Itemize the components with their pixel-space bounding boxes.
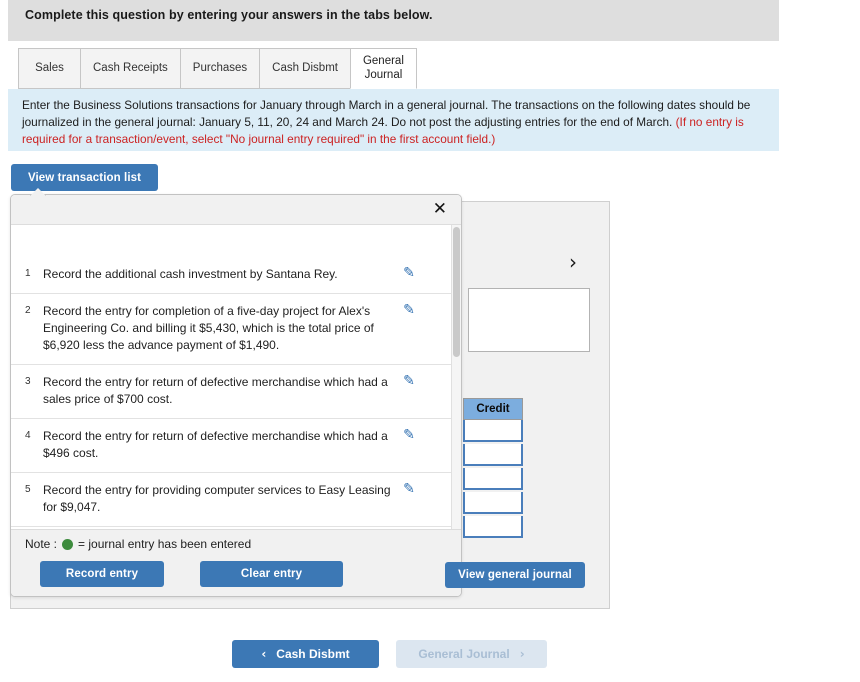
tab-cash-receipts[interactable]: Cash Receipts [80, 48, 180, 89]
instructions-panel: Enter the Business Solutions transaction… [8, 89, 779, 151]
credit-column: Credit [463, 398, 523, 540]
transaction-number: 3 [25, 376, 31, 388]
chevron-right-icon: › [519, 647, 525, 661]
credit-input-cell[interactable] [463, 444, 523, 466]
pencil-icon[interactable]: ✎ [399, 373, 419, 389]
view-transaction-list-button[interactable]: View transaction list [11, 164, 158, 191]
note-label: Note : [25, 537, 58, 551]
transaction-number: 2 [25, 305, 31, 317]
transaction-number: 1 [25, 268, 31, 279]
nav-prev-label: Cash Disbmt [276, 647, 350, 661]
popup-header: ✕ [11, 195, 461, 225]
close-icon[interactable]: ✕ [429, 199, 451, 220]
credit-input-cell[interactable] [463, 516, 523, 538]
pencil-icon[interactable]: ✎ [399, 481, 419, 497]
transaction-number: 5 [25, 484, 31, 496]
transaction-list: 1 Record the additional cash investment … [11, 257, 461, 528]
transaction-text: Record the entry for completion of a fiv… [43, 304, 374, 353]
note-description: = journal entry has been entered [78, 537, 252, 551]
transaction-text: Record the additional cash investment by… [43, 267, 338, 281]
popup-scrollbar-thumb[interactable] [453, 227, 460, 357]
list-item[interactable]: 3 Record the entry for return of defecti… [11, 365, 461, 420]
credit-input-cell[interactable] [463, 492, 523, 514]
expand-chevron-icon[interactable]: › [569, 252, 577, 272]
question-banner: Complete this question by entering your … [8, 0, 779, 41]
nav-next-label: General Journal [418, 647, 510, 661]
tab-strip: Sales Cash Receipts Purchases Cash Disbm… [18, 48, 417, 89]
transaction-text: Record the entry for providing computer … [43, 483, 391, 515]
pencil-icon[interactable]: ✎ [399, 302, 419, 318]
tab-general-journal[interactable]: General Journal [349, 48, 417, 89]
list-item[interactable]: 1 Record the additional cash investment … [11, 257, 461, 295]
popup-scrollbar[interactable] [451, 225, 461, 529]
credit-input-cell[interactable] [463, 468, 523, 490]
nav-prev-cash-disbmt[interactable]: ‹ Cash Disbmt [232, 640, 379, 668]
banner-title: Complete this question by entering your … [25, 8, 433, 22]
transaction-list-popup: ✕ 1 Record the additional cash investmen… [10, 194, 462, 597]
pencil-icon[interactable]: ✎ [399, 427, 419, 443]
list-item[interactable]: 2 Record the entry for completion of a f… [11, 294, 461, 366]
credit-column-header: Credit [463, 398, 523, 420]
tab-purchases[interactable]: Purchases [179, 48, 260, 89]
credit-input-cell[interactable] [463, 420, 523, 442]
list-item[interactable]: 4 Record the entry for return of defecti… [11, 419, 461, 474]
journal-entry-box [468, 288, 590, 352]
entered-status-dot-icon [62, 538, 74, 550]
transaction-text: Record the entry for return of defective… [43, 429, 388, 461]
tab-sales[interactable]: Sales [18, 48, 80, 89]
list-item[interactable]: 5 Record the entry for providing compute… [11, 473, 461, 528]
popup-body: 1 Record the additional cash investment … [11, 225, 461, 529]
popup-footer: Note : = journal entry has been entered … [11, 529, 461, 596]
clear-entry-button[interactable]: Clear entry [200, 561, 343, 587]
transaction-text: Record the entry for return of defective… [43, 375, 388, 407]
legend-note: Note : = journal entry has been entered [25, 537, 251, 551]
tab-cash-disbmt[interactable]: Cash Disbmt [259, 48, 350, 89]
record-entry-button[interactable]: Record entry [40, 561, 164, 587]
nav-next-general-journal[interactable]: General Journal › [396, 640, 547, 668]
view-general-journal-button[interactable]: View general journal [445, 562, 585, 588]
transaction-number: 4 [25, 430, 31, 442]
pencil-icon[interactable]: ✎ [399, 265, 419, 281]
chevron-left-icon: ‹ [261, 647, 267, 661]
instructions-body: Enter the Business Solutions transaction… [22, 98, 751, 130]
